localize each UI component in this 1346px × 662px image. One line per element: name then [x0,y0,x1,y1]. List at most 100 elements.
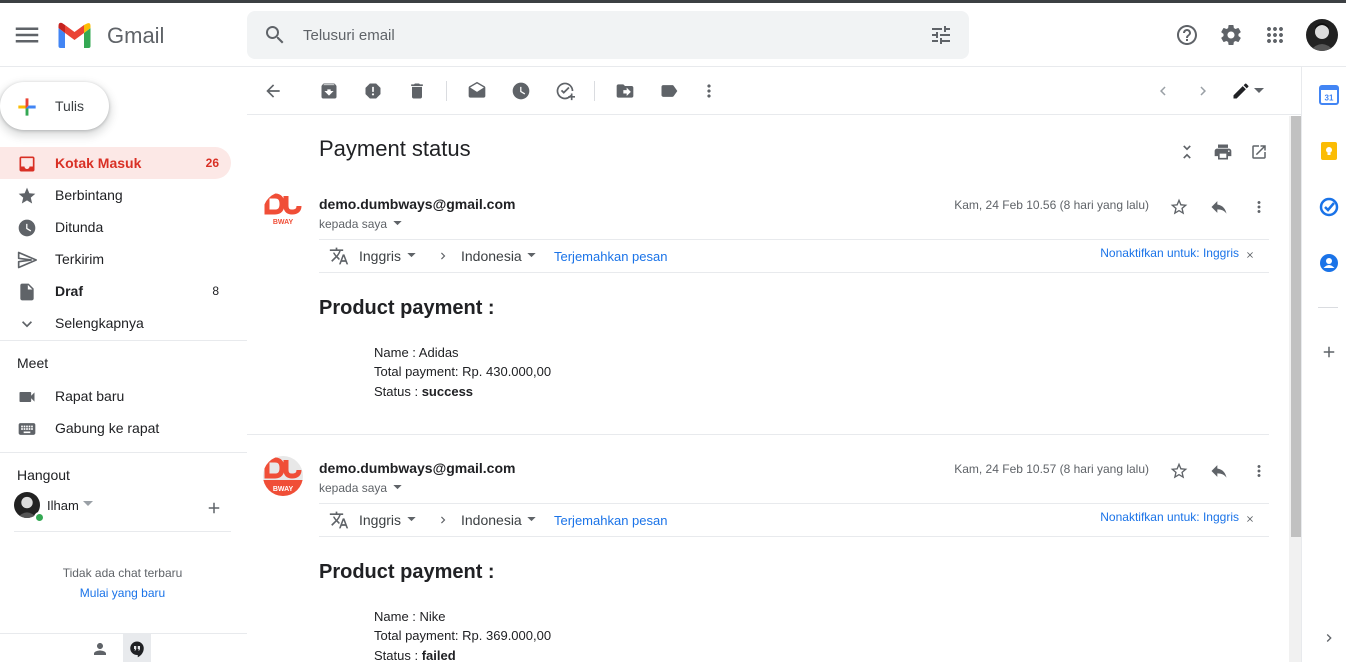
search-options-icon[interactable] [929,23,953,47]
svg-text:BWAY: BWAY [273,219,294,226]
input-tools-button[interactable] [1229,79,1265,103]
search-input[interactable] [303,21,903,49]
sender-avatar[interactable]: BWAY [263,192,303,232]
close-icon[interactable] [1245,250,1255,260]
account-avatar[interactable] [1306,19,1338,51]
target-language[interactable]: Indonesia [461,248,522,264]
keep-icon [1321,142,1337,160]
move-to-button[interactable] [613,79,637,103]
caret-down-icon[interactable] [83,501,93,507]
close-icon[interactable] [1245,514,1255,524]
delete-button[interactable] [405,79,429,103]
caret-down-icon[interactable] [527,253,536,258]
more-actions-button[interactable] [697,79,721,103]
reply-icon [1211,201,1227,214]
print-icon [1214,144,1232,160]
caret-down-icon[interactable] [407,517,416,522]
chevron-right-icon [1200,86,1206,96]
keep-app-button[interactable] [1318,140,1340,162]
hangout-user-name[interactable]: Ilham [47,498,79,513]
show-side-panel-button[interactable] [1318,627,1340,649]
sender-email[interactable]: demo.dumbways@gmail.com [319,196,515,212]
caret-down-icon[interactable] [527,517,536,522]
chevron-down-icon [22,321,32,328]
nav-inbox[interactable]: Kotak Masuk 26 [0,147,231,179]
back-button[interactable] [261,79,285,103]
toolbar-divider [594,81,595,101]
gmail-logo[interactable] [56,20,93,50]
target-language[interactable]: Indonesia [461,512,522,528]
get-addons-button[interactable] [1318,341,1340,363]
meet-new-meeting[interactable]: Rapat baru [0,380,231,412]
side-panel-divider [1318,307,1338,308]
move-folder-icon [616,84,634,98]
inbox-icon [19,156,35,172]
recipient-details-caret-icon[interactable] [393,221,402,226]
reply-button[interactable] [1207,459,1231,483]
apps-button[interactable] [1259,19,1291,51]
nav-starred[interactable]: Berbintang [0,179,231,211]
reply-button[interactable] [1207,195,1231,219]
hangout-user-avatar[interactable] [14,492,45,523]
help-button[interactable] [1171,19,1203,51]
search-icon[interactable] [263,23,287,47]
mark-unread-button[interactable] [465,79,489,103]
start-new-chat-link[interactable]: Mulai yang baru [0,586,245,600]
calendar-app-button[interactable]: 31 [1318,84,1340,106]
contacts-app-button[interactable] [1318,252,1340,274]
nav-count: 26 [205,156,219,170]
body-total-payment: Total payment: Rp. 369.000,00 [374,628,552,643]
newer-button[interactable] [1151,79,1175,103]
tasks-app-button[interactable] [1318,196,1340,218]
gear-icon [1221,24,1241,45]
nav-drafts[interactable]: Draf 8 [0,275,231,307]
sender-email[interactable]: demo.dumbways@gmail.com [319,460,515,476]
snooze-button[interactable] [509,79,533,103]
source-language[interactable]: Inggris [359,248,401,264]
settings-button[interactable] [1215,19,1247,51]
star-button[interactable] [1167,459,1191,483]
collapse-all-button[interactable] [1175,140,1199,164]
message-date: Kam, 24 Feb 10.57 (8 hari yang lalu) [954,462,1149,476]
nav-sent[interactable]: Terkirim [0,243,231,275]
archive-icon [321,83,337,99]
nav-count: 8 [212,284,219,298]
contacts-tab[interactable] [86,634,114,662]
nav-label: Ditunda [55,219,104,235]
report-spam-button[interactable] [361,79,385,103]
star-outline-icon [1170,198,1188,215]
nav-more[interactable]: Selengkapnya [0,307,231,339]
more-vert-icon [707,84,711,98]
message-scrollbar[interactable] [1289,116,1301,662]
recipient-details-caret-icon[interactable] [393,485,402,490]
source-language[interactable]: Inggris [359,512,401,528]
scrollbar-thumb[interactable] [1291,116,1301,537]
sender-avatar[interactable]: BWAY [263,456,303,496]
nav-snoozed[interactable]: Ditunda [0,211,231,243]
open-in-new-icon [1252,145,1266,159]
message-more-button[interactable] [1247,459,1271,483]
meet-join-meeting[interactable]: Gabung ke rapat [0,412,231,444]
compose-button[interactable]: Tulis [0,82,109,130]
older-button[interactable] [1191,79,1215,103]
caret-down-icon[interactable] [407,253,416,258]
translate-message-link[interactable]: Terjemahkan pesan [554,249,667,264]
menu-icon [15,27,39,43]
turn-off-translation-link[interactable]: Nonaktifkan untuk: Inggris [1100,246,1239,260]
turn-off-translation-link[interactable]: Nonaktifkan untuk: Inggris [1100,510,1239,524]
open-new-window-button[interactable] [1247,140,1271,164]
labels-button[interactable] [657,79,681,103]
meet-item-label: Gabung ke rapat [55,420,160,436]
archive-button[interactable] [317,79,341,103]
translate-icon [329,247,349,265]
translate-icon [329,511,349,529]
add-to-tasks-button[interactable] [553,79,577,103]
gmail-m-icon [58,22,91,48]
conversations-tab[interactable] [123,634,151,662]
print-all-button[interactable] [1211,140,1235,164]
main-menu-button[interactable] [12,20,42,50]
add-chat-icon[interactable] [205,499,223,517]
message-more-button[interactable] [1247,195,1271,219]
star-button[interactable] [1167,195,1191,219]
translate-message-link[interactable]: Terjemahkan pesan [554,513,667,528]
